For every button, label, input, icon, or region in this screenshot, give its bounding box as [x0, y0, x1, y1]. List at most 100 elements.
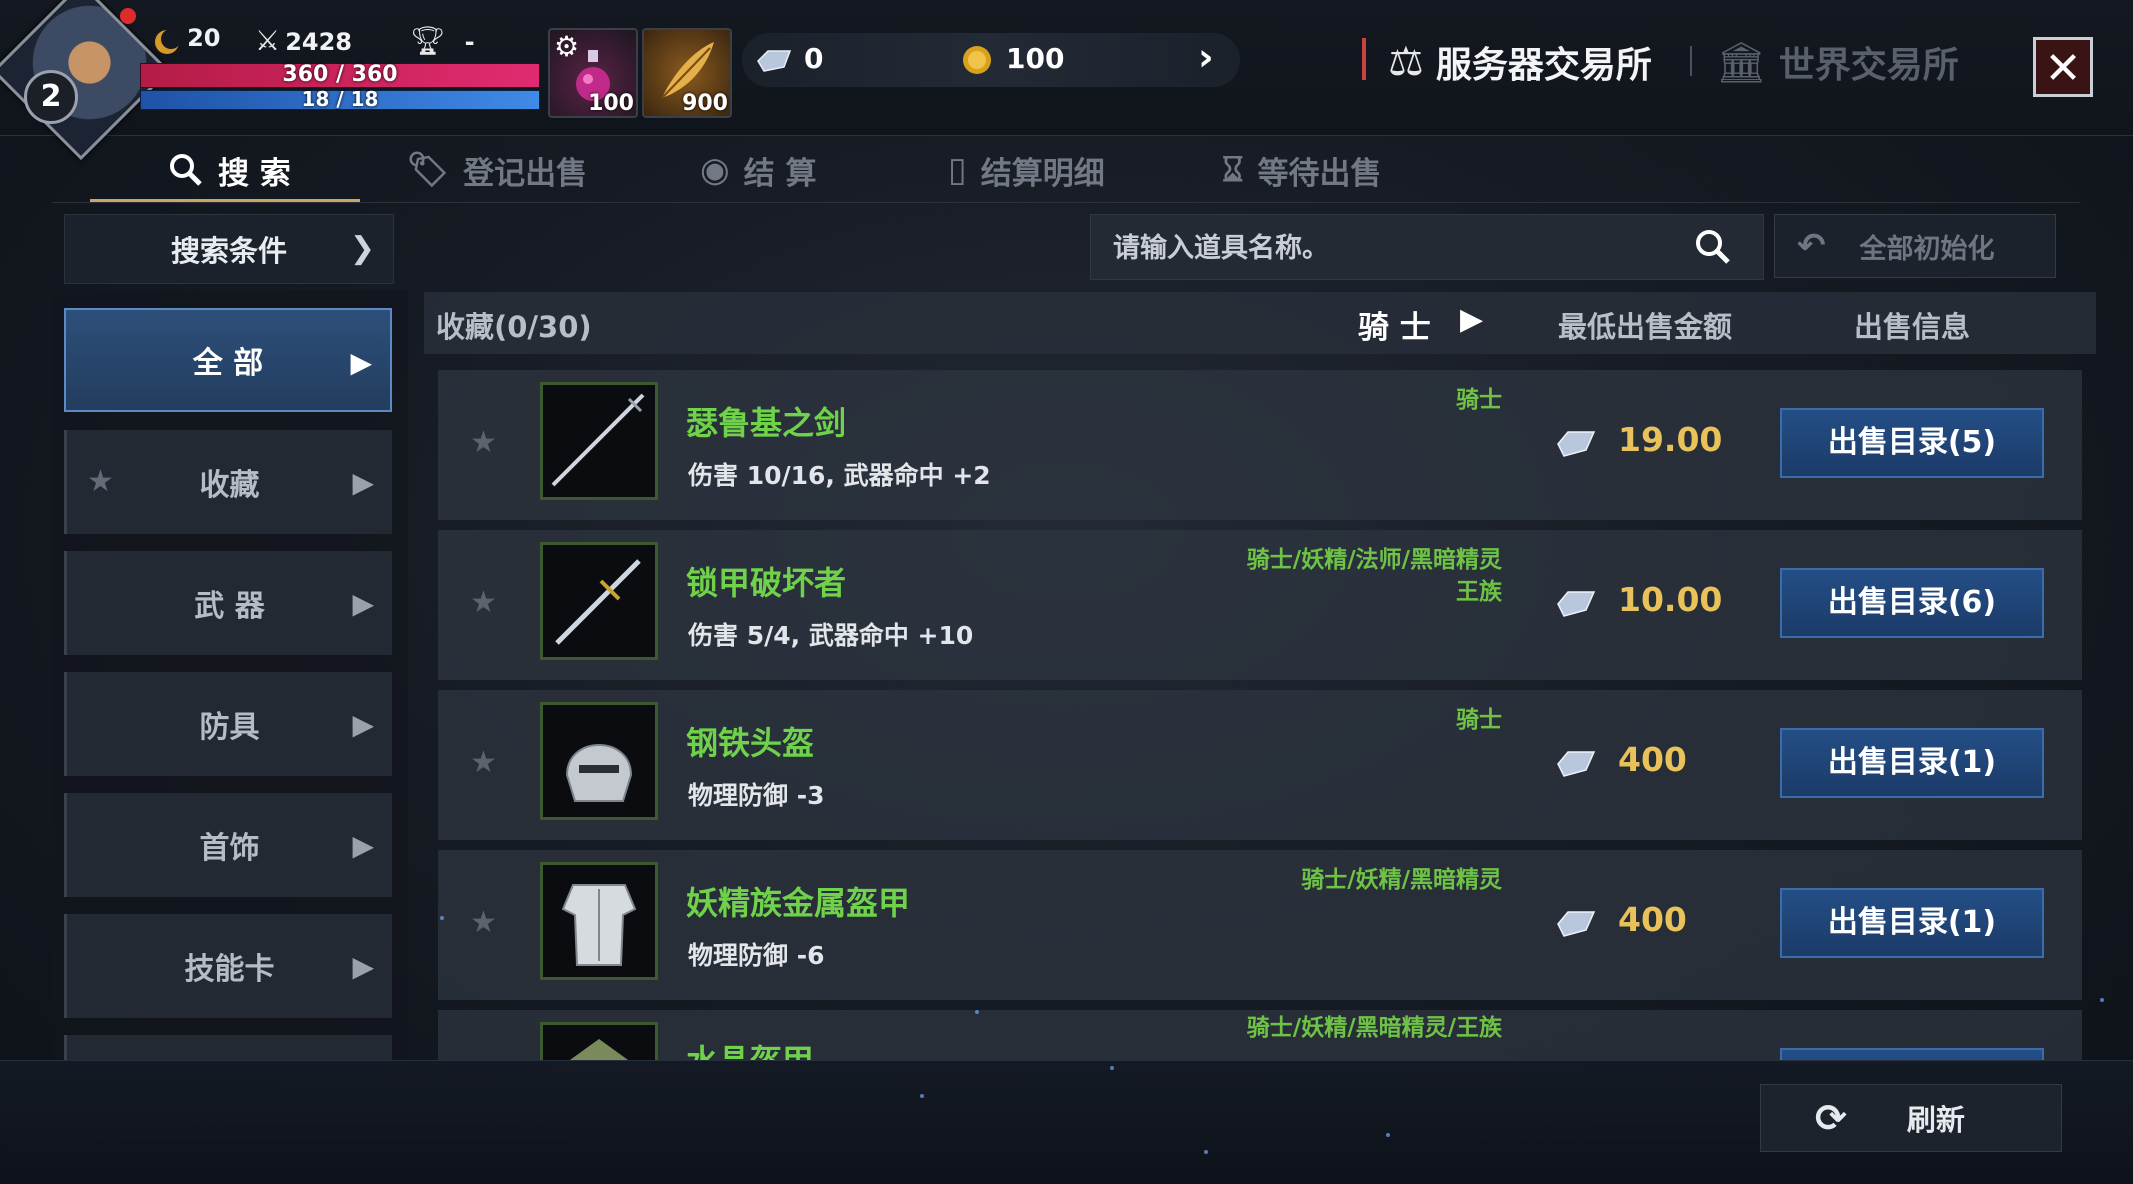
item-name: 锁甲破坏者 — [686, 564, 847, 602]
favorite-star-icon[interactable]: ★ — [470, 745, 497, 780]
tab-settle-detail[interactable]: ▯ 结算明细 — [948, 140, 1105, 200]
sale-list-button[interactable]: 出售目录(6) — [1780, 568, 2044, 638]
tab-divider-line — [52, 202, 2080, 203]
tab-pending-sale[interactable]: ⌛︎ 等待出售 — [1222, 140, 1382, 200]
world-exchange-tab[interactable]: 🏛︎ 世界交易所 — [1716, 36, 1959, 88]
favorite-star-icon[interactable]: ★ — [470, 905, 497, 940]
item-name: 钢铁头盔 — [686, 724, 815, 762]
feather-slot[interactable]: 900 — [642, 28, 732, 118]
sale-info-header: 出售信息 — [1854, 310, 1971, 344]
sparkle — [1386, 1133, 1390, 1137]
chevron-right-icon[interactable]: › — [1198, 35, 1214, 79]
mp-bar: 18 / 18 — [140, 87, 540, 111]
favorite-star-icon[interactable]: ★ — [470, 425, 497, 460]
armor-icon — [561, 884, 637, 966]
sale-list-button[interactable]: 出售目录(5) — [1780, 408, 2044, 478]
sparkle — [1110, 1066, 1114, 1070]
level-badge: 2 — [24, 70, 78, 124]
crystal-armor-icon — [569, 1039, 629, 1060]
category-label: 收藏 — [199, 468, 260, 503]
triangle-right-icon[interactable]: ▶ — [1460, 302, 1483, 337]
item-price: 400 — [1618, 740, 1687, 779]
list-item[interactable]: ★ 钢铁头盔 物理防御 -3 骑士 400 出售目录(1) — [438, 690, 2082, 840]
item-icon-helmet — [540, 702, 658, 820]
item-icon-armor — [540, 862, 658, 980]
sparkle — [1204, 1150, 1208, 1154]
reset-all-button[interactable]: ↶ 全部初始化 — [1774, 214, 2056, 278]
list-item[interactable]: 水晶盔甲 骑士/妖精/黑暗精灵/王族 — [438, 1010, 2082, 1060]
sword-icon — [551, 393, 645, 487]
category-weapons[interactable]: 武 器 ▶ — [64, 551, 392, 655]
refresh-button[interactable]: ⟳ 刷新 — [1760, 1084, 2062, 1152]
diamond-icon — [1557, 591, 1596, 617]
mp-text: 18 / 18 — [301, 87, 379, 111]
tab-search[interactable]: 搜 索 — [168, 140, 291, 200]
tab-settle[interactable]: ◉ 结 算 — [700, 140, 816, 200]
search-conditions-button[interactable]: 搜索条件 ❯ — [64, 214, 394, 284]
refresh-label: 刷新 — [1906, 1103, 1965, 1137]
item-class: 骑士/妖精/黑暗精灵/王族 — [1247, 1012, 1502, 1044]
search-box — [1090, 214, 1764, 281]
tab-search-label: 搜 索 — [218, 155, 291, 192]
currency-bar: 0 100 › — [742, 33, 1240, 87]
sale-list-button[interactable]: 出售目录(1) — [1780, 728, 2044, 798]
tag-icon: 🏷︎ — [406, 150, 450, 190]
item-price: 10.00 — [1618, 580, 1723, 619]
potion-count: 100 — [588, 91, 634, 116]
category-all[interactable]: 全 部 ▶ — [64, 308, 392, 412]
item-icon-crystal-armor — [540, 1022, 658, 1060]
crescent-coin-icon — [155, 28, 181, 54]
search-icon[interactable] — [1693, 227, 1733, 267]
category-armor[interactable]: 防具 ▶ — [64, 672, 392, 776]
list-item[interactable]: ★ 瑟鲁基之剑 伤害 10/16, 武器命中 +2 骑士 19.00 出售目录(… — [438, 370, 2082, 520]
coin-count: 20 — [187, 24, 221, 52]
class-filter-label[interactable]: 骑 士 — [1358, 302, 1431, 347]
category-label: 武 器 — [194, 589, 265, 624]
sparkle — [975, 1010, 979, 1014]
star-icon: ★ — [87, 464, 114, 499]
tab-register-label: 登记出售 — [463, 155, 588, 192]
item-class-line: 骑士/妖精/黑暗精灵/王族 — [1246, 1015, 1502, 1041]
server-exchange-tab[interactable]: ⚖ 服务器交易所 — [1388, 36, 1652, 88]
receipt-icon: ▯ — [948, 150, 967, 190]
sparkle — [920, 1094, 924, 1098]
item-price: 19.00 — [1618, 420, 1723, 459]
item-icon-mail-breaker — [540, 542, 658, 660]
power-stat: ⚔ 2428 — [255, 24, 352, 57]
item-stat: 伤害 10/16, 武器命中 +2 — [688, 461, 991, 490]
diamond-icon — [1557, 911, 1596, 937]
list-item[interactable]: ★ 锁甲破坏者 伤害 5/4, 武器命中 +10 骑士/妖精/法师/黑暗精灵 王… — [438, 530, 2082, 680]
sparkle — [2100, 998, 2104, 1002]
favorite-star-icon[interactable]: ★ — [470, 585, 497, 620]
item-stat: 伤害 5/4, 武器命中 +10 — [688, 621, 974, 650]
item-class: 骑士/妖精/黑暗精灵 — [1301, 864, 1502, 896]
hourglass-icon: ⌛︎ — [1222, 150, 1244, 190]
category-label: 技能卡 — [184, 952, 275, 987]
tab-register-sale[interactable]: 🏷︎ 登记出售 — [406, 140, 587, 200]
reset-all-label: 全部初始化 — [1859, 233, 1995, 265]
tab-divider — [1690, 46, 1692, 76]
triangle-right-icon: ▶ — [352, 950, 374, 983]
close-button[interactable]: ✕ — [2033, 37, 2093, 97]
category-skill-cards[interactable]: 技能卡 ▶ — [64, 914, 392, 1018]
category-label: 防具 — [199, 710, 260, 745]
list-header: 收藏(0/30) 骑 士 ▶ 最低出售金额 出售信息 — [424, 292, 2096, 354]
category-accessories[interactable]: 首饰 ▶ — [64, 793, 392, 897]
item-name: 妖精族金属盔甲 — [686, 884, 911, 922]
category-favorites[interactable]: ★ 收藏 ▶ — [64, 430, 392, 534]
search-input[interactable] — [1111, 215, 1675, 281]
notification-dot — [120, 8, 136, 24]
potion-slot[interactable]: ⚙ 100 — [548, 28, 638, 118]
sale-list-button[interactable]: 出售目录(1) — [1780, 888, 2044, 958]
search-conditions-label: 搜索条件 — [170, 234, 287, 268]
coin-stat: 20 — [152, 24, 221, 57]
hp-text: 360 / 360 — [282, 62, 398, 87]
trophy-icon: 🏆︎ — [410, 24, 446, 57]
item-class-line: 骑士 — [1456, 387, 1502, 413]
diamond-icon — [757, 50, 792, 72]
search-icon — [170, 154, 202, 186]
list-item[interactable]: ★ 妖精族金属盔甲 物理防御 -6 骑士/妖精/黑暗精灵 400 出售目录(1) — [438, 850, 2082, 1000]
coins-icon: ◉ — [700, 150, 730, 190]
sale-list-button[interactable] — [1780, 1048, 2044, 1060]
category-more[interactable] — [64, 1035, 392, 1060]
